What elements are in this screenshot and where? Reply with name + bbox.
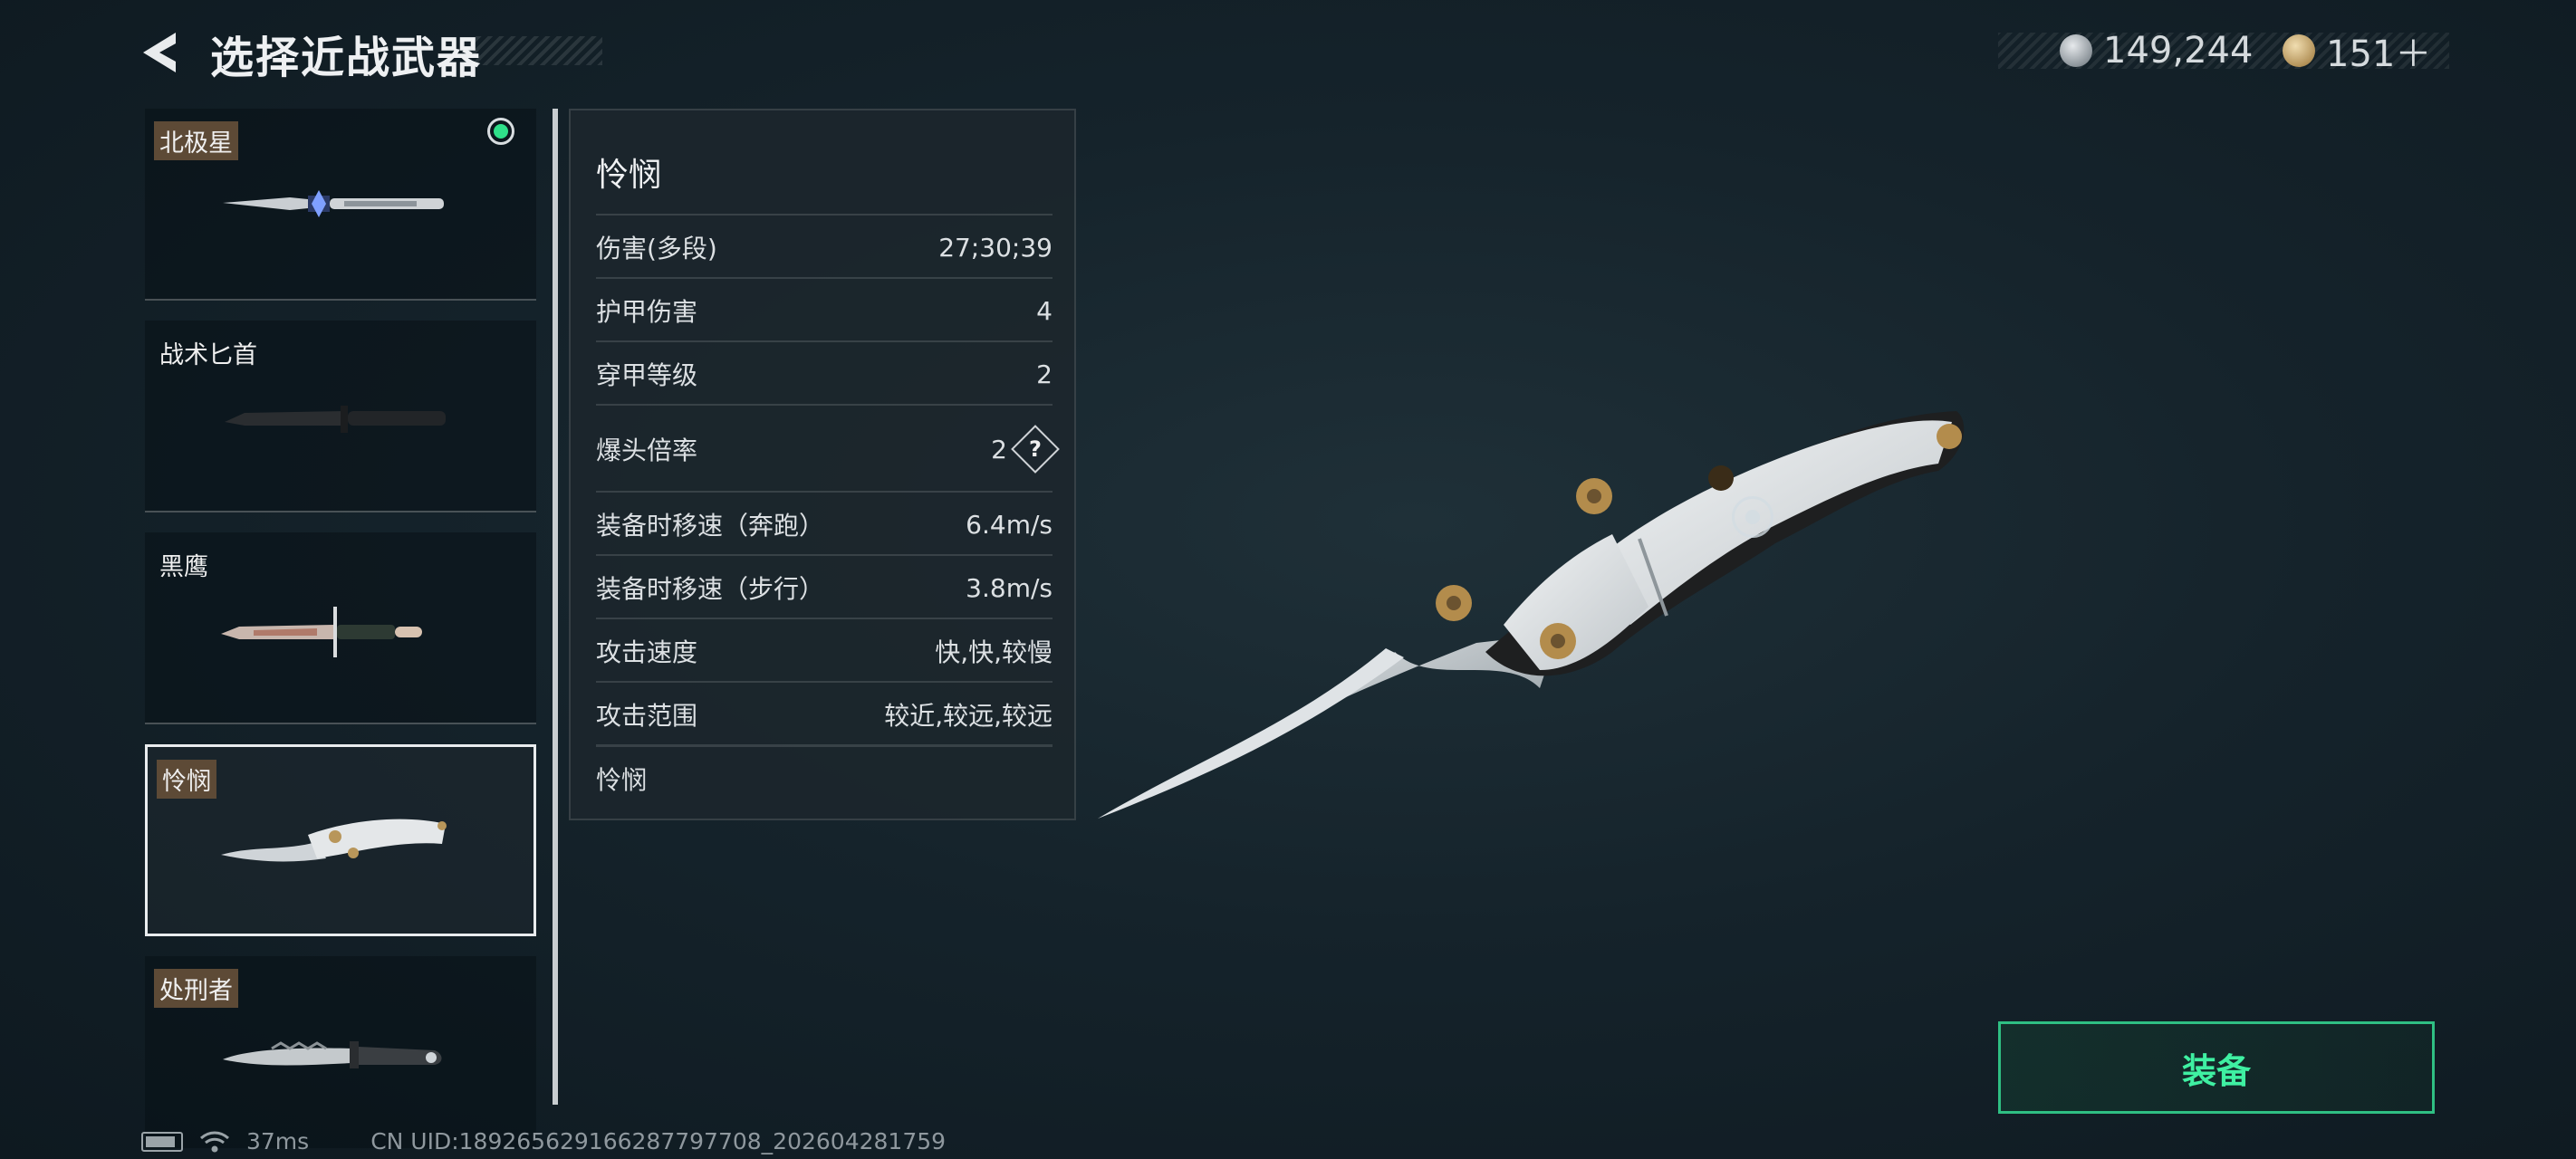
weapon-card-mercy[interactable]: 怜悯 [145,744,536,936]
uid-text: CN UID:189265629166287797708_20260428175… [370,1128,947,1154]
stat-label: 护甲伤害 [596,297,698,327]
knife-thumbnail-icon [223,1041,442,1068]
stat-row-walk-speed: 装备时移速（步行） 3.8m/s [596,554,1053,619]
stat-row-attack-range: 攻击范围 较近,较远,较远 [596,681,1053,746]
wifi-icon [200,1131,229,1152]
stat-value: 6.4m/s [966,509,1053,540]
knife-thumbnail-icon [225,406,446,433]
weapon-preview-image [1098,411,1965,819]
weapon-stats-panel: 怜悯 伤害(多段) 27;30;39 护甲伤害 4 穿甲等级 2 爆头倍率 2 … [569,109,1076,820]
weapon-name: 战术匕首 [159,341,257,369]
stat-value: 27;30;39 [938,232,1053,263]
title-decoration [471,36,602,65]
stat-value: 4 [1036,295,1053,326]
card-divider [145,299,536,301]
stat-label: 穿甲等级 [596,360,698,390]
knife-thumbnail-icon [223,190,444,217]
weapon-name: 处刑者 [154,969,238,1008]
currency-gold[interactable]: 151＋ [2283,25,2431,76]
weapon-card-blackhawk[interactable]: 黑鹰 [145,532,536,724]
stat-value: 2 [991,434,1007,465]
stat-label: 装备时移速（奔跑） [596,511,825,541]
battery-icon [141,1131,183,1152]
stat-value: 较近,较远,较远 [884,701,1053,731]
stat-row-damage: 伤害(多段) 27;30;39 [596,214,1053,279]
help-symbol: ? [1029,436,1042,462]
equip-button[interactable]: 装备 [1998,1021,2435,1114]
weapon-card-beijixing[interactable]: 北极星 [145,109,536,301]
currency-silver: 149,244 [2060,25,2253,76]
card-divider [145,723,536,724]
stat-row-headshot: 爆头倍率 2 ? [596,404,1060,493]
stat-label: 伤害(多段) [596,234,717,263]
weapon-name: 北极星 [154,121,238,160]
currency-gold-value: 151＋ [2326,34,2432,75]
back-arrow-icon [143,33,176,72]
status-bar: 37ms CN UID:189265629166287797708_202604… [141,1128,946,1154]
stat-row-attack-speed: 攻击速度 快,快,较慢 [596,618,1053,683]
weapon-card-tactical-dagger[interactable]: 战术匕首 [145,321,536,512]
equipped-indicator-icon [487,118,514,145]
list-scrollbar[interactable] [553,109,558,1105]
back-button[interactable] [136,27,187,78]
stats-title: 怜悯 [596,157,662,194]
knife-thumbnail-icon [221,607,422,657]
page-title: 选择近战武器 [210,33,483,83]
stat-label: 攻击速度 [596,637,698,667]
stat-label: 攻击范围 [596,701,698,731]
help-icon[interactable]: ? [1011,425,1060,474]
weapon-name: 怜悯 [157,760,216,799]
currency-silver-value: 149,244 [2103,30,2254,72]
weapon-name: 黑鹰 [159,553,208,581]
stat-value-group: 2 ? [991,425,1060,474]
stat-label: 爆头倍率 [596,436,698,465]
stat-label: 装备时移速（步行） [596,574,825,604]
gold-coin-icon [2283,34,2315,67]
ping-value: 37ms [246,1128,310,1154]
stat-row-armor-damage: 护甲伤害 4 [596,277,1053,342]
stat-value: 3.8m/s [966,572,1053,603]
silver-coin-icon [2060,34,2092,67]
stat-description-row: 怜悯 [596,744,1053,810]
weapon-description: 怜悯 [596,765,648,795]
stat-value: 2 [1036,359,1053,389]
rotate-view-icon[interactable] [1732,496,1773,538]
card-divider [145,511,536,512]
stat-value: 快,快,较慢 [935,637,1053,667]
stat-row-run-speed: 装备时移速（奔跑） 6.4m/s [596,491,1053,556]
weapon-card-executioner[interactable]: 处刑者 [145,956,536,1148]
knife-thumbnail-icon [221,819,447,862]
stat-row-penetration: 穿甲等级 2 [596,340,1053,406]
